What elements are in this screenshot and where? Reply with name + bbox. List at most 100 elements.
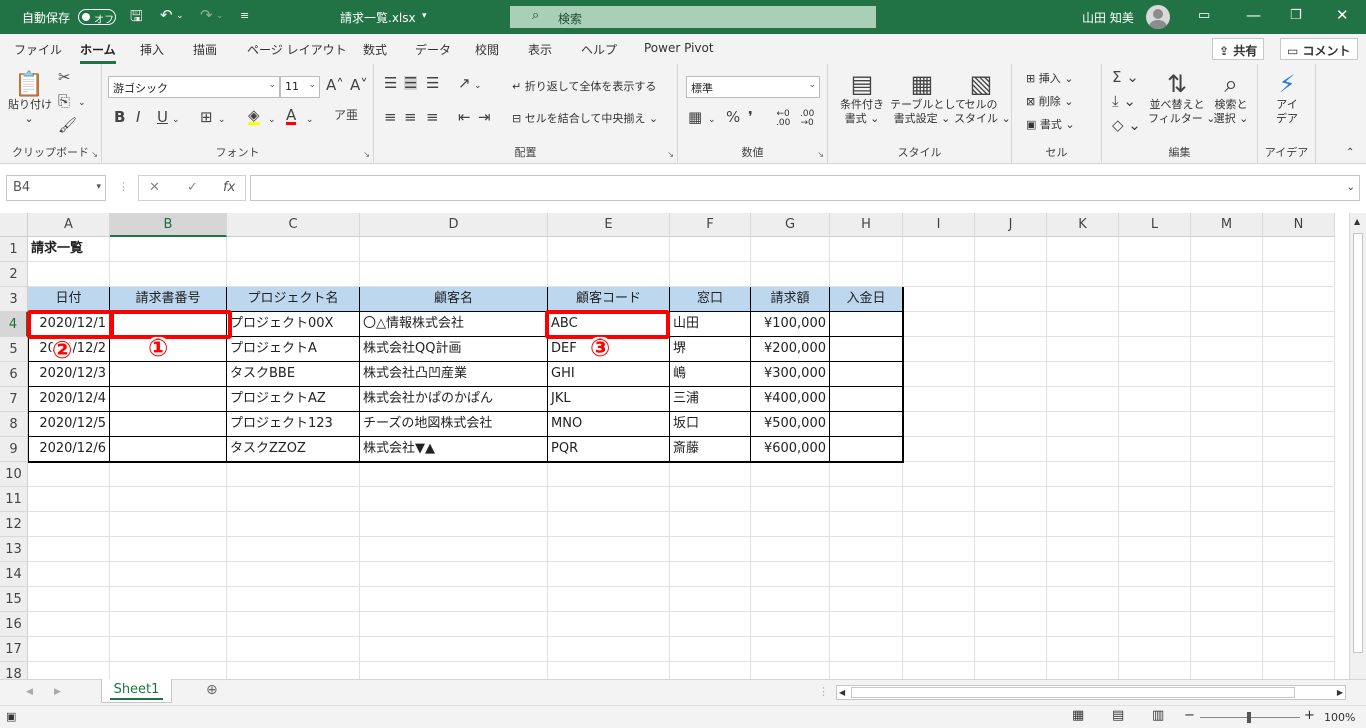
ribbon-display-icon[interactable]: ▭: [1198, 8, 1210, 23]
table-cell[interactable]: PQR: [548, 437, 670, 462]
vertical-scrollbar[interactable]: ▲: [1349, 213, 1366, 679]
grid-cell[interactable]: [975, 262, 1047, 287]
grid-cell[interactable]: [360, 662, 548, 679]
grid-cell[interactable]: [1119, 362, 1191, 387]
grid-cell[interactable]: [1191, 537, 1263, 562]
grid-cell[interactable]: [903, 337, 975, 362]
grid-cell[interactable]: [110, 237, 227, 262]
increase-font-icon[interactable]: A˄: [326, 78, 344, 93]
grid-cell[interactable]: [830, 637, 903, 662]
table-cell[interactable]: プロジェクト00X: [227, 312, 360, 337]
table-cell[interactable]: MNO: [548, 412, 670, 437]
grid-cell[interactable]: [670, 637, 751, 662]
column-header-d[interactable]: D: [360, 213, 548, 237]
normal-view-icon[interactable]: ▦: [1072, 709, 1084, 723]
align-bottom-icon[interactable]: ☰: [426, 76, 439, 91]
format-cells-button[interactable]: ▣ 書式 ⌄: [1026, 118, 1075, 132]
tab-draw[interactable]: 描画: [193, 41, 217, 58]
table-header-cell[interactable]: 入金日: [830, 287, 903, 312]
paste-button[interactable]: 📋 貼り付け ⌄: [8, 70, 52, 126]
grid-cell[interactable]: [1191, 437, 1263, 462]
grid-cell[interactable]: [28, 487, 110, 512]
grid-cell[interactable]: [360, 612, 548, 637]
grid-cell[interactable]: [360, 262, 548, 287]
grid-cell[interactable]: [227, 562, 360, 587]
restore-icon[interactable]: ❐: [1290, 8, 1302, 23]
grid-cell[interactable]: [110, 512, 227, 537]
font-color-dropdown-icon[interactable]: ⌄: [306, 113, 314, 127]
grid-cell[interactable]: [1191, 312, 1263, 337]
scroll-up-icon[interactable]: ▲: [1354, 215, 1360, 229]
row-header-6[interactable]: 6: [0, 362, 28, 387]
table-cell[interactable]: JKL: [548, 387, 670, 412]
table-cell[interactable]: GHI: [548, 362, 670, 387]
grid-cell[interactable]: [1047, 537, 1119, 562]
grid-cell[interactable]: [903, 387, 975, 412]
grid-cell[interactable]: [110, 637, 227, 662]
grid-cell[interactable]: [903, 537, 975, 562]
expand-formula-icon[interactable]: ⌄: [1347, 181, 1355, 195]
grid-cell[interactable]: [670, 462, 751, 487]
prev-sheet-icon[interactable]: ◀: [26, 685, 33, 699]
page-layout-view-icon[interactable]: ▤: [1112, 709, 1124, 723]
grid-cell[interactable]: [1047, 662, 1119, 679]
row-header-10[interactable]: 10: [0, 462, 28, 487]
underline-dropdown-icon[interactable]: ⌄: [172, 113, 180, 127]
tab-page-layout[interactable]: ページ レイアウト: [247, 41, 347, 58]
merge-center-button[interactable]: ⊟ セルを結合して中央揃え ⌄: [512, 112, 658, 126]
grid-cell[interactable]: [1263, 437, 1335, 462]
tab-home[interactable]: ホーム: [80, 41, 116, 64]
copy-dropdown-icon[interactable]: ⌄: [78, 96, 86, 110]
grid-cell[interactable]: [751, 637, 830, 662]
tab-power-pivot[interactable]: Power Pivot: [644, 41, 714, 55]
tab-data[interactable]: データ: [415, 41, 451, 58]
italic-icon[interactable]: I: [136, 110, 140, 125]
grid-cell[interactable]: [360, 237, 548, 262]
table-cell[interactable]: [830, 312, 903, 337]
row-header-13[interactable]: 13: [0, 537, 28, 562]
horizontal-scroll-thumb[interactable]: [851, 687, 1295, 698]
sort-filter-button[interactable]: ⇅ 並べ替えと フィルター ⌄: [1148, 70, 1216, 126]
grid-cell[interactable]: [903, 612, 975, 637]
grid-cell[interactable]: [1047, 462, 1119, 487]
grid-cell[interactable]: [110, 612, 227, 637]
grid-cell[interactable]: [360, 512, 548, 537]
align-middle-icon[interactable]: ☰: [404, 76, 418, 91]
table-cell[interactable]: 斎藤: [670, 437, 751, 462]
table-cell[interactable]: 三浦: [670, 387, 751, 412]
grid-cell[interactable]: [903, 362, 975, 387]
alignment-launcher-icon[interactable]: ↘: [667, 150, 674, 159]
table-header-cell[interactable]: 顧客名: [360, 287, 548, 312]
copy-icon[interactable]: ⎘: [58, 94, 70, 109]
grid-cell[interactable]: [1047, 287, 1119, 312]
grid-cell[interactable]: [670, 237, 751, 262]
table-cell[interactable]: [110, 362, 227, 387]
table-cell[interactable]: チーズの地図株式会社: [360, 412, 548, 437]
grid-cell[interactable]: [548, 612, 670, 637]
grid-cell[interactable]: [548, 537, 670, 562]
grid-cell[interactable]: [1119, 337, 1191, 362]
fill-dropdown-icon[interactable]: ⌄: [268, 113, 276, 127]
macro-record-icon[interactable]: ▣: [6, 710, 16, 724]
grid-cell[interactable]: [1263, 662, 1335, 679]
grid-cell[interactable]: [110, 537, 227, 562]
borders-icon[interactable]: ⊞: [200, 110, 213, 125]
delete-cells-button[interactable]: ⊠ 削除 ⌄: [1026, 95, 1073, 109]
undo-dropdown-icon[interactable]: ⌄: [176, 11, 184, 21]
grid-cell[interactable]: [1119, 662, 1191, 679]
grid-cell[interactable]: [830, 612, 903, 637]
grid-cell[interactable]: [1119, 512, 1191, 537]
row-header-2[interactable]: 2: [0, 262, 28, 287]
grid-cell[interactable]: [751, 662, 830, 679]
grid-cell[interactable]: [1047, 312, 1119, 337]
table-header-cell[interactable]: 窓口: [670, 287, 751, 312]
grid-cell[interactable]: [1119, 387, 1191, 412]
font-color-icon[interactable]: A: [286, 108, 297, 125]
grid-cell[interactable]: [28, 612, 110, 637]
column-header-c[interactable]: C: [227, 213, 360, 237]
select-all-corner[interactable]: [0, 213, 28, 237]
comment-button[interactable]: ▭ コメント: [1280, 38, 1358, 60]
row-header-4[interactable]: 4: [0, 312, 28, 337]
table-cell[interactable]: 2020/12/6: [28, 437, 110, 462]
font-name-combo[interactable]: 游ゴシック ⌄: [108, 76, 280, 98]
